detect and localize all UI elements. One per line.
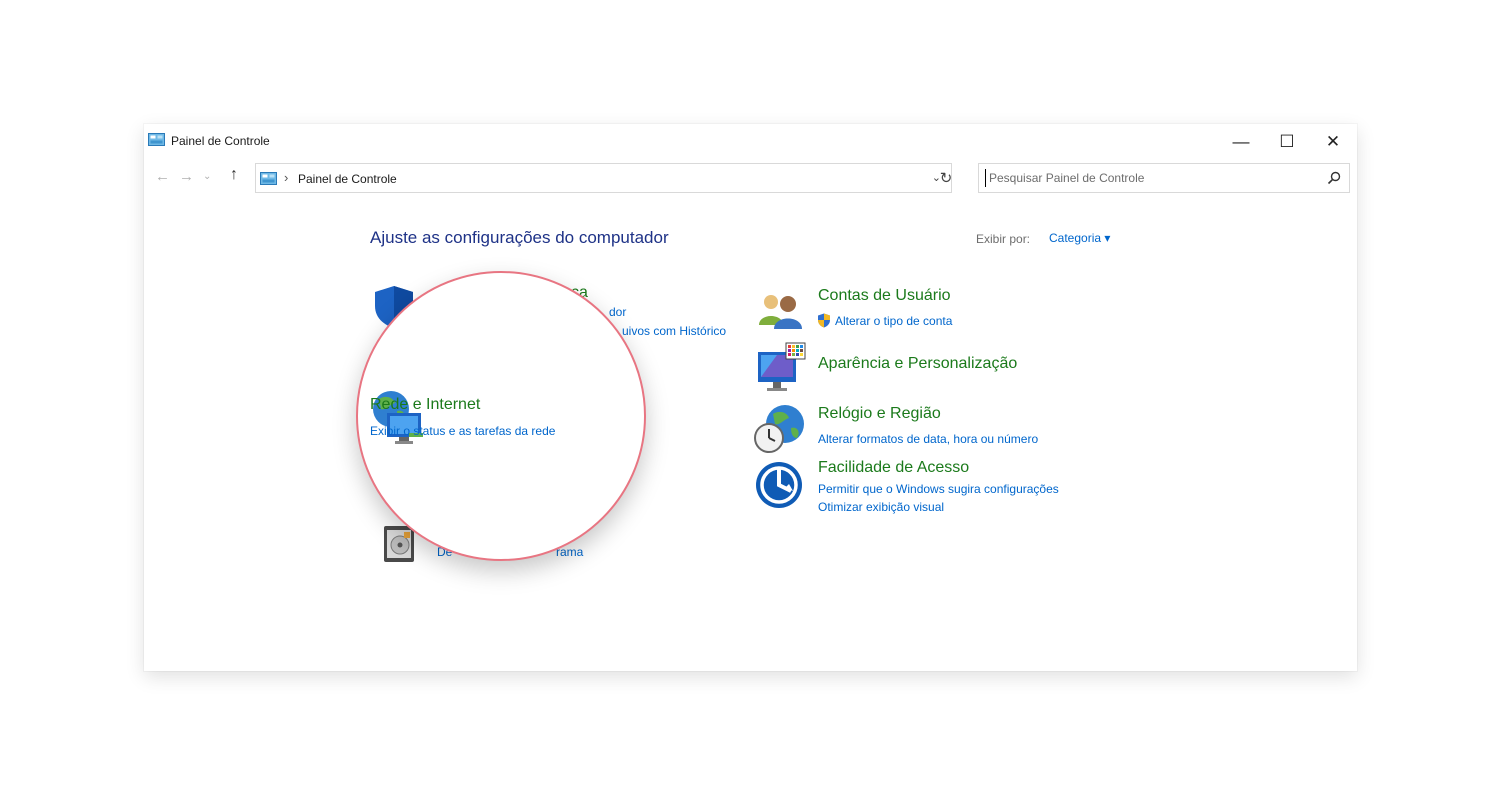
category-link-network-internet-1[interactable]: Exibir o status e as tarefas da rede (370, 424, 555, 438)
user-accounts-icon[interactable] (756, 291, 804, 329)
category-link-user-accounts-1[interactable]: Alterar o tipo de conta (835, 314, 952, 328)
category-title-ease-of-access[interactable]: Facilidade de Acesso (818, 459, 969, 477)
page-title: Ajuste as configurações do computador (370, 228, 669, 247)
category-title-network-internet[interactable]: Rede e Internet (370, 396, 480, 414)
category-title-user-accounts[interactable]: Contas de Usuário (818, 287, 951, 305)
control-panel-icon (148, 133, 165, 146)
view-by-dropdown[interactable]: Categoria ▾ (1049, 231, 1110, 245)
breadcrumb-separator[interactable]: › (284, 170, 288, 185)
window-title: Painel de Controle (171, 134, 270, 148)
category-link-ease-of-access-1[interactable]: Permitir que o Windows sugira configuraç… (818, 482, 1059, 496)
uac-shield-icon (818, 313, 830, 328)
ease-of-access-icon[interactable] (755, 460, 803, 510)
category-link-system-security-1[interactable]: dor (609, 305, 626, 319)
refresh-button[interactable]: ↻ (929, 163, 963, 193)
category-link-system-security-2[interactable]: uivos com Histórico (622, 324, 726, 338)
maximize-button[interactable]: ☐ (1264, 128, 1310, 156)
category-title-clock-region[interactable]: Relógio e Região (818, 405, 941, 423)
view-by-label: Exibir por: (976, 232, 1031, 246)
breadcrumb-item[interactable]: Painel de Controle (298, 172, 397, 186)
search-icon[interactable] (1326, 170, 1342, 186)
title-bar: Painel de Controle — ☐ ✕ (144, 124, 1357, 158)
category-link-clock-region-1[interactable]: Alterar formatos de data, hora ou número (818, 432, 1038, 446)
back-button[interactable]: ← (155, 168, 170, 185)
recent-locations-chevron-icon[interactable]: ⌄ (203, 171, 211, 182)
category-link-ease-of-access-2[interactable]: Otimizar exibição visual (818, 500, 944, 514)
magnifier-highlight: Rede e Internet Exibir o status e as tar… (356, 271, 646, 561)
appearance-icon[interactable] (755, 342, 807, 394)
close-button[interactable]: ✕ (1310, 128, 1356, 156)
category-title-appearance[interactable]: Aparência e Personalização (818, 355, 1017, 373)
up-button[interactable]: ↑ (230, 166, 238, 184)
address-bar[interactable]: › Painel de Controle ⌄ (255, 163, 952, 193)
forward-button[interactable]: → (179, 168, 194, 185)
minimize-button[interactable]: — (1218, 128, 1264, 156)
clock-region-icon[interactable] (753, 402, 805, 454)
control-panel-icon (260, 172, 277, 185)
control-panel-window: Painel de Controle — ☐ ✕ ← → ⌄ ↑ › Paine… (144, 124, 1357, 671)
search-box[interactable] (978, 163, 1350, 193)
search-input[interactable] (985, 169, 1309, 187)
